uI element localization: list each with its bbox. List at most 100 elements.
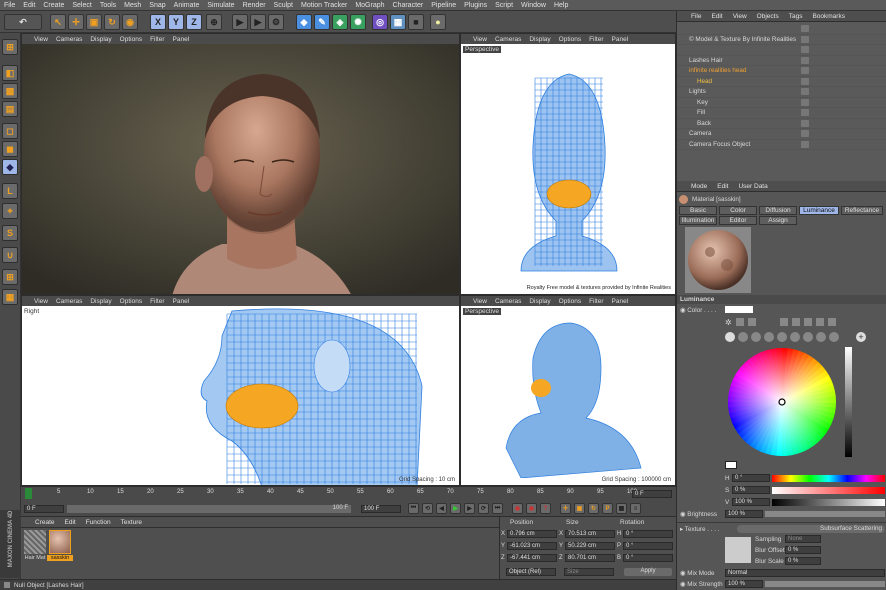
world-axis-icon[interactable]: ⊕ (206, 14, 222, 30)
brightness-bar[interactable] (765, 511, 885, 517)
size-field[interactable]: 70.513 cm (565, 530, 615, 538)
visibility-toggle[interactable] (801, 130, 809, 138)
menu-cameras[interactable]: Cameras (56, 36, 82, 43)
object-row[interactable] (677, 45, 886, 56)
s-field[interactable]: 0 % (732, 486, 770, 494)
camera-icon[interactable]: ■ (408, 14, 424, 30)
deformer-icon[interactable]: ◎ (372, 14, 388, 30)
visibility-toggle[interactable] (801, 88, 809, 96)
menu-options[interactable]: Options (559, 298, 581, 305)
points-mode-icon[interactable]: ◻ (2, 123, 18, 139)
mixer-icon[interactable] (815, 318, 824, 326)
saturation-slider[interactable] (772, 487, 885, 494)
size-field[interactable]: 80.701 cm (565, 554, 615, 562)
menu-view[interactable]: View (34, 298, 48, 305)
z-axis-icon[interactable]: Z (186, 14, 202, 30)
am-menu-user-data[interactable]: User Data (738, 183, 767, 190)
color-wheel-icon[interactable]: ✲ (725, 318, 732, 327)
menu-options[interactable]: Options (120, 298, 142, 305)
menu-filter[interactable]: Filter (150, 36, 164, 43)
viewport-perspective-render[interactable]: View Cameras Display Options Filter Pane… (21, 33, 460, 295)
playhead[interactable] (25, 488, 32, 499)
visibility-toggle[interactable] (801, 119, 809, 127)
rgb-icon[interactable] (779, 318, 788, 326)
menu-help[interactable]: Help (554, 2, 568, 9)
menu-create[interactable]: Create (43, 2, 64, 9)
menu-panel[interactable]: Panel (173, 36, 190, 43)
rotate-tool-icon[interactable]: ↻ (104, 14, 120, 30)
move-tool-icon[interactable]: ✛ (68, 14, 84, 30)
rotation-field[interactable]: 0 ° (623, 554, 673, 562)
visibility-toggle[interactable] (801, 67, 809, 75)
viewport-perspective-shaded[interactable]: View Cameras Display Options Filter Pane… (460, 295, 676, 486)
mix-strength-field[interactable]: 100 % (725, 580, 763, 588)
visibility-toggle[interactable] (801, 109, 809, 117)
visibility-toggle[interactable] (801, 98, 809, 106)
menu-tools[interactable]: Tools (100, 2, 116, 9)
menu-display[interactable]: Display (90, 298, 111, 305)
object-row[interactable]: Fill (677, 108, 886, 119)
image-icon[interactable] (747, 318, 756, 326)
play-icon[interactable]: ▶ (450, 503, 461, 514)
color-swatch[interactable] (725, 306, 753, 313)
snap-icon[interactable]: S (2, 225, 18, 241)
render-picture-icon[interactable]: ▶ (250, 14, 266, 30)
menu-panel[interactable]: Panel (612, 36, 629, 43)
object-row[interactable]: Back (677, 119, 886, 129)
menu-display[interactable]: Display (529, 298, 550, 305)
value-slider[interactable] (772, 499, 885, 506)
menu-pipeline[interactable]: Pipeline (431, 2, 456, 9)
visibility-toggle[interactable] (801, 35, 809, 43)
menu-filter[interactable]: Filter (150, 298, 164, 305)
tab-assign[interactable]: Assign (759, 216, 797, 225)
om-menu-view[interactable]: View (733, 13, 747, 20)
key-position-icon[interactable]: ✛ (560, 503, 571, 514)
start-frame-field[interactable]: 0 F (24, 505, 64, 513)
apply-button[interactable]: Apply (624, 568, 672, 576)
kelvin-icon[interactable] (803, 318, 812, 326)
v-field[interactable]: 100 % (732, 498, 770, 506)
hue-slider[interactable] (772, 475, 885, 482)
axis-mode-icon[interactable]: L (2, 183, 18, 199)
material-sasskin[interactable] (49, 530, 71, 554)
tab-basic[interactable]: Basic (679, 206, 717, 215)
render-settings-icon[interactable]: ⚙ (268, 14, 284, 30)
menu-display[interactable]: Display (90, 36, 111, 43)
menu-cameras[interactable]: Cameras (56, 298, 82, 305)
mm-menu-create[interactable]: Create (35, 519, 55, 526)
spline-icon[interactable]: ✎ (314, 14, 330, 30)
menu-view[interactable]: View (473, 36, 487, 43)
menu-edit[interactable]: Edit (23, 2, 35, 9)
record-icon[interactable]: ◉ (512, 503, 523, 514)
menu-filter[interactable]: Filter (589, 36, 603, 43)
menu-options[interactable]: Options (559, 36, 581, 43)
mm-menu-texture[interactable]: Texture (121, 519, 142, 526)
object-row[interactable]: © Model & Texture By Infinite Realities (677, 35, 886, 45)
position-field[interactable]: -61.023 cm (507, 542, 557, 550)
tab-luminance[interactable]: Luminance (799, 206, 839, 215)
next-key-icon[interactable]: ⟳ (478, 503, 489, 514)
position-field[interactable]: -67.441 cm (507, 554, 557, 562)
menu-snap[interactable]: Snap (149, 2, 165, 9)
visibility-toggle[interactable] (801, 140, 809, 148)
position-field[interactable]: 0.796 cm (507, 530, 557, 538)
h-field[interactable]: 0 ° (732, 474, 770, 482)
mix-mode-select[interactable]: Normal (725, 569, 885, 577)
magnet-icon[interactable]: ∪ (2, 247, 18, 263)
material-hair-mat[interactable] (24, 530, 46, 554)
blur-offset-field[interactable]: 0 % (785, 546, 821, 554)
next-frame-icon[interactable]: ▶ (464, 503, 475, 514)
mm-menu-edit[interactable]: Edit (65, 519, 76, 526)
menu-panel[interactable]: Panel (612, 298, 629, 305)
brightness-slider[interactable] (845, 347, 852, 457)
tab-diffusion[interactable]: Diffusion (759, 206, 797, 215)
cube-icon[interactable]: ◆ (296, 14, 312, 30)
menu-plugins[interactable]: Plugins (464, 2, 487, 9)
menu-simulate[interactable]: Simulate (207, 2, 234, 9)
size-field[interactable]: 50.229 cm (565, 542, 615, 550)
prev-frame-icon[interactable]: ◀ (436, 503, 447, 514)
spectrum-icon[interactable] (735, 318, 744, 326)
timeline-menu-icon[interactable]: ≡ (630, 503, 641, 514)
object-row[interactable]: Lashes Hair (677, 56, 886, 66)
add-swatch-icon[interactable]: + (856, 332, 866, 342)
